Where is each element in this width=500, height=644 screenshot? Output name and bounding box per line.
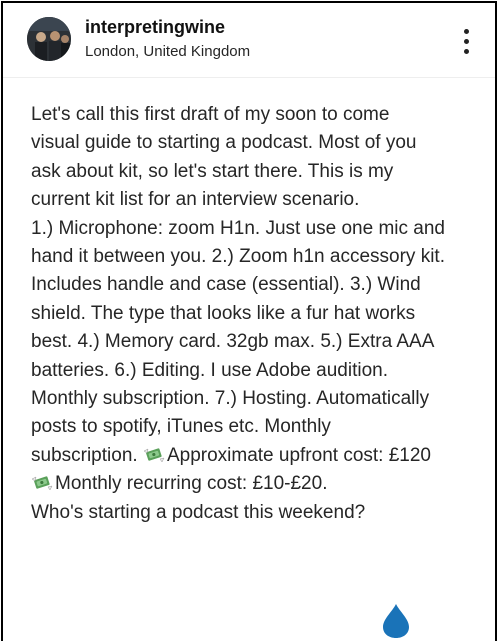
caption-line: visual guide to starting a podcast. Most… <box>31 132 417 154</box>
location-link[interactable]: London, United Kingdom <box>85 43 250 60</box>
avatar[interactable] <box>27 17 71 61</box>
money-with-wings-icon <box>143 444 165 463</box>
caption-line: batteries. 6.) Editing. I use Adobe audi… <box>31 359 389 381</box>
caption-line: Let's call this first draft of my soon t… <box>31 104 390 125</box>
caption-line: ask about kit, so let's start there. Thi… <box>31 160 394 182</box>
droplet-icon <box>381 603 411 639</box>
more-options-icon[interactable] <box>455 23 479 59</box>
post-caption: Let's call this first draft of my soon t… <box>31 101 493 527</box>
caption-line-with-icon: Monthly recurring cost: £10-£20. <box>31 470 493 498</box>
caption-line: shield. The type that looks like a fur h… <box>31 302 416 324</box>
caption-segment: Monthly recurring cost: £10-£20. <box>55 473 328 495</box>
caption-segment: subscription. <box>31 444 143 466</box>
caption-line: current kit list for an interview scenar… <box>31 189 360 211</box>
caption-line: 1.) Microphone: zoom H1n. Just use one m… <box>31 217 445 239</box>
avatar-image <box>27 17 71 61</box>
caption-line: Includes handle and case (essential). 3.… <box>31 274 421 296</box>
username[interactable]: interpretingwine <box>85 17 225 38</box>
caption-line: Who's starting a podcast this weekend? <box>31 501 366 523</box>
caption-segment: Approximate upfront cost: £120 <box>166 444 431 466</box>
post-header: interpretingwine London, United Kingdom <box>3 3 495 78</box>
money-with-wings-icon <box>31 472 53 491</box>
caption-line: best. 4.) Memory card. 32gb max. 5.) Ext… <box>31 331 435 353</box>
post-card: interpretingwine London, United Kingdom … <box>1 1 497 641</box>
caption-line: posts to spotify, iTunes etc. Monthly <box>31 416 331 438</box>
caption-line-with-icon: subscription. Approximate upfront cost: … <box>31 442 493 470</box>
caption-line: Monthly subscription. 7.) Hosting. Autom… <box>31 388 430 410</box>
caption-line: hand it between you. 2.) Zoom h1n access… <box>31 246 445 268</box>
